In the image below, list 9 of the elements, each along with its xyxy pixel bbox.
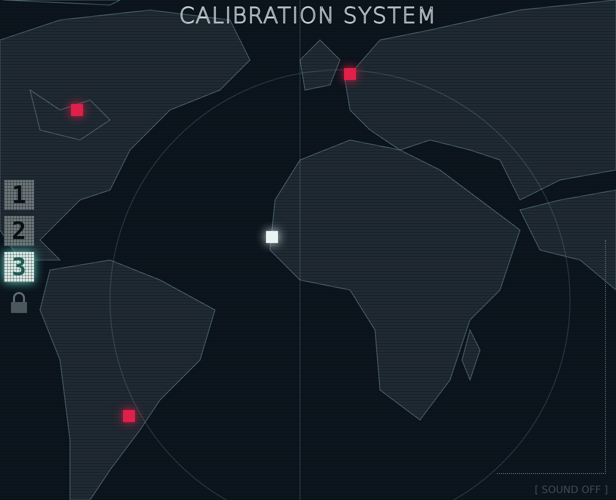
map-marker[interactable] (71, 104, 83, 116)
level-button[interactable]: 2 (4, 216, 34, 246)
level-button[interactable]: 3 (4, 252, 34, 282)
map-marker[interactable] (266, 231, 278, 243)
map-marker[interactable] (344, 68, 356, 80)
map-marker[interactable] (123, 410, 135, 422)
screen-title: CALIBRATION SYSTEM (178, 4, 438, 29)
sound-toggle[interactable]: [ SOUND OFF ] (534, 485, 608, 496)
level-button[interactable]: 1 (4, 180, 34, 210)
